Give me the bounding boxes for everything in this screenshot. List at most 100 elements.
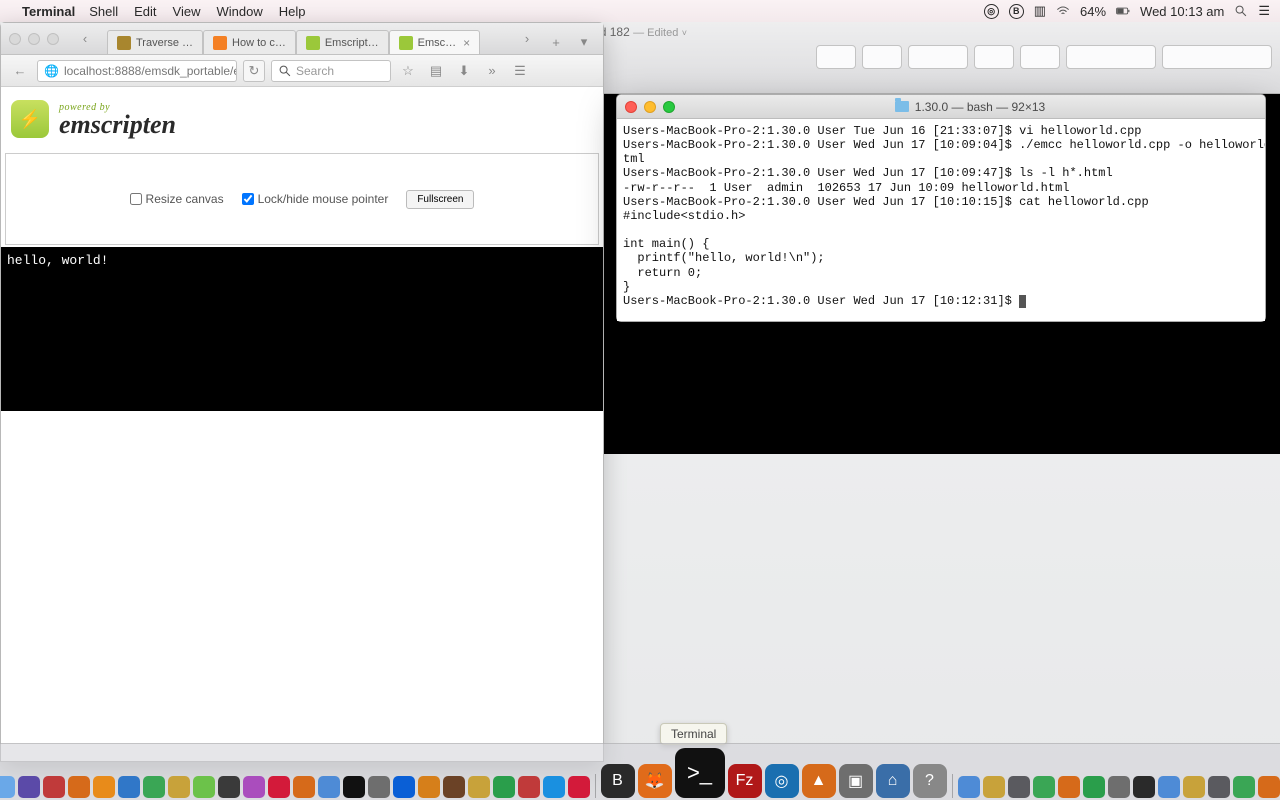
menu-window[interactable]: Window	[217, 4, 263, 19]
menu-edit[interactable]: Edit	[134, 4, 156, 19]
dock-app-icon[interactable]: >_	[675, 748, 725, 798]
dock-app-icon[interactable]	[983, 776, 1005, 798]
browser-titlebar[interactable]: ‹ Traverse … How to c… Emscript… Emsc…× …	[1, 23, 603, 55]
close-button[interactable]	[9, 33, 21, 45]
dock-app-icon[interactable]	[18, 776, 40, 798]
tab-list-button[interactable]: ▾	[573, 34, 595, 50]
dock-app-icon[interactable]	[1158, 776, 1180, 798]
notification-center-icon[interactable]: ☰	[1258, 3, 1270, 19]
overflow-icon[interactable]: »	[481, 60, 503, 82]
dock-app-icon[interactable]	[318, 776, 340, 798]
editor-tool-7[interactable]	[1162, 45, 1272, 69]
dock-app-icon[interactable]: 🦊	[638, 764, 672, 798]
status-icon-b[interactable]: B	[1009, 4, 1024, 19]
status-icon-1[interactable]: ◎	[984, 4, 999, 19]
dock-app-icon[interactable]	[143, 776, 165, 798]
dock-app-icon[interactable]	[568, 776, 590, 798]
zoom-button[interactable]	[663, 101, 675, 113]
active-app-name[interactable]: Terminal	[22, 4, 75, 19]
dock-app-icon[interactable]	[543, 776, 565, 798]
dock-container: B🦊>_Fz◎▲▣⌂?🗑	[0, 743, 1280, 800]
dock-app-icon[interactable]	[243, 776, 265, 798]
dock-app-icon[interactable]	[1108, 776, 1130, 798]
dock-app-icon[interactable]	[443, 776, 465, 798]
dock-app-icon[interactable]: Fz	[728, 764, 762, 798]
reload-button[interactable]: ↻	[243, 60, 265, 82]
dock-app-icon[interactable]	[168, 776, 190, 798]
editor-tool-4[interactable]	[974, 45, 1014, 69]
tab-forward-button[interactable]: ›	[515, 29, 539, 49]
back-button[interactable]: ←	[9, 60, 31, 82]
dock-app-icon[interactable]: ⌂	[876, 764, 910, 798]
editor-tool-1[interactable]	[816, 45, 856, 69]
dock-app-icon[interactable]	[0, 776, 15, 798]
reader-icon[interactable]: ▤	[425, 60, 447, 82]
dock-app-icon[interactable]	[118, 776, 140, 798]
dock-app-icon[interactable]	[1208, 776, 1230, 798]
bookmark-star-icon[interactable]: ☆	[397, 60, 419, 82]
close-button[interactable]	[625, 101, 637, 113]
chevron-down-icon[interactable]: ˅	[682, 28, 687, 38]
dock-app-icon[interactable]: ▣	[839, 764, 873, 798]
menu-help[interactable]: Help	[279, 4, 306, 19]
fullscreen-button[interactable]: Fullscreen	[406, 190, 474, 209]
dock-app-icon[interactable]	[418, 776, 440, 798]
dock-app-icon[interactable]	[1058, 776, 1080, 798]
dock-app-icon[interactable]	[1083, 776, 1105, 798]
editor-tool-6[interactable]	[1066, 45, 1156, 69]
battery-icon[interactable]	[1116, 4, 1130, 18]
terminal-titlebar[interactable]: 1.30.0 — bash — 92×13	[617, 95, 1265, 119]
lock-mouse-checkbox[interactable]: Lock/hide mouse pointer	[242, 192, 389, 206]
window-controls	[9, 33, 59, 45]
spotlight-icon[interactable]	[1234, 4, 1248, 18]
dock-app-icon[interactable]	[193, 776, 215, 798]
dock-app-icon[interactable]	[493, 776, 515, 798]
dock-app-icon[interactable]	[368, 776, 390, 798]
dock-app-icon[interactable]	[468, 776, 490, 798]
resize-canvas-checkbox[interactable]: Resize canvas	[130, 192, 224, 206]
url-field[interactable]: 🌐 localhost:8888/emsdk_portable/emsc	[37, 60, 237, 82]
dock-app-icon[interactable]	[93, 776, 115, 798]
dock-app-icon[interactable]	[1133, 776, 1155, 798]
dock-app-icon[interactable]: ◎	[765, 764, 799, 798]
dock-app-icon[interactable]	[1033, 776, 1055, 798]
dock-app-icon[interactable]	[68, 776, 90, 798]
dock-app-icon[interactable]	[393, 776, 415, 798]
wifi-icon[interactable]	[1056, 4, 1070, 18]
status-icon-bars[interactable]: ▥	[1034, 3, 1046, 19]
tab-back-button[interactable]: ‹	[73, 29, 97, 49]
hamburger-menu-icon[interactable]: ☰	[509, 60, 531, 82]
close-tab-icon[interactable]: ×	[463, 36, 470, 50]
dock-app-icon[interactable]	[1233, 776, 1255, 798]
editor-tool-2[interactable]	[862, 45, 902, 69]
dock-app-icon[interactable]	[518, 776, 540, 798]
dock-app-icon[interactable]: ▲	[802, 764, 836, 798]
dock-app-icon[interactable]	[218, 776, 240, 798]
dock-app-icon[interactable]	[293, 776, 315, 798]
clock[interactable]: Wed 10:13 am	[1140, 4, 1224, 19]
downloads-icon[interactable]: ⬇	[453, 60, 475, 82]
dock-app-icon[interactable]	[1183, 776, 1205, 798]
tab-1[interactable]: Traverse …	[107, 30, 203, 54]
tab-3[interactable]: Emscript…	[296, 30, 389, 54]
dock-app-icon[interactable]: B	[601, 764, 635, 798]
search-field[interactable]: Search	[271, 60, 391, 82]
terminal-body[interactable]: Users-MacBook-Pro-2:1.30.0 User Tue Jun …	[617, 119, 1265, 321]
dock-app-icon[interactable]	[343, 776, 365, 798]
dock-app-icon[interactable]	[1258, 776, 1280, 798]
editor-tool-3[interactable]	[908, 45, 968, 69]
tab-2[interactable]: How to c…	[203, 30, 296, 54]
tab-4-active[interactable]: Emsc…×	[389, 30, 481, 54]
dock-app-icon[interactable]	[268, 776, 290, 798]
menu-view[interactable]: View	[173, 4, 201, 19]
dock-app-icon[interactable]	[43, 776, 65, 798]
dock-app-icon[interactable]	[958, 776, 980, 798]
dock-app-icon[interactable]: ?	[913, 764, 947, 798]
editor-tool-5[interactable]	[1020, 45, 1060, 69]
menu-shell[interactable]: Shell	[89, 4, 118, 19]
zoom-button[interactable]	[47, 33, 59, 45]
new-tab-button[interactable]: +	[545, 35, 567, 50]
dock-app-icon[interactable]	[1008, 776, 1030, 798]
minimize-button[interactable]	[644, 101, 656, 113]
minimize-button[interactable]	[28, 33, 40, 45]
